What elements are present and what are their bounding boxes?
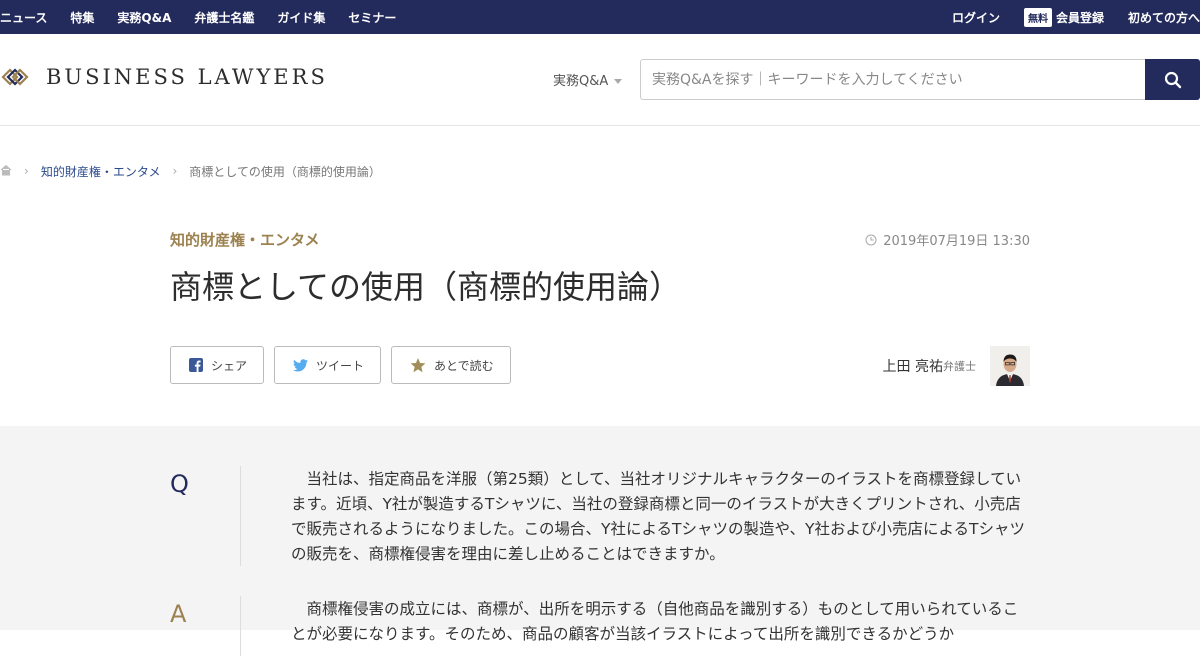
share-label: シェア: [211, 358, 248, 373]
facebook-icon: [189, 358, 203, 372]
article-date: 2019年07月19日 13:30: [865, 230, 1030, 249]
breadcrumb-category-link[interactable]: 知的財産権・エンタメ: [41, 163, 161, 180]
topnav-qa[interactable]: 実務Q&A: [117, 9, 171, 26]
search-button[interactable]: [1145, 59, 1200, 100]
site-header: BUSINESS LAWYERS 実務Q&A: [0, 34, 1200, 126]
read-later-button[interactable]: あとで読む: [391, 346, 511, 384]
question-marker: Q: [170, 470, 189, 498]
topnav-lawyer-directory[interactable]: 弁護士名鑑: [194, 9, 254, 26]
register-label: 会員登録: [1055, 10, 1104, 25]
search-type-label: 実務Q&A: [553, 74, 609, 89]
login-label: ログイン: [951, 10, 1000, 25]
topnav-right: ログイン 無料 会員登録 初めての方へ: [928, 0, 1200, 34]
article-category[interactable]: 知的財産権・エンタメ: [170, 229, 320, 250]
read-later-label: あとで読む: [434, 358, 494, 373]
search-icon: [1164, 71, 1181, 88]
page-title: 商標としての使用（商標的使用論）: [170, 268, 682, 306]
clock-icon: [865, 234, 877, 245]
answer-text: 商標権侵害の成立には、商標が、出所を明示する（自他商品を識別する）ものとして用い…: [291, 600, 1019, 643]
breadcrumb-current: 商標としての使用（商標的使用論）: [189, 164, 381, 179]
share-buttons: シェア ツイート あとで読む: [170, 346, 521, 384]
first-time-label: 初めての方へ: [1127, 10, 1200, 25]
register-link[interactable]: 無料 会員登録: [1023, 7, 1104, 27]
tweet-button[interactable]: ツイート: [274, 346, 382, 384]
search-type-dropdown[interactable]: 実務Q&A: [553, 70, 623, 89]
tweet-label: ツイート: [316, 358, 365, 373]
chevron-right-icon: ›: [24, 164, 29, 178]
twitter-icon: [293, 358, 309, 372]
answer-marker: A: [170, 600, 187, 628]
topnav-seminars[interactable]: セミナー: [348, 9, 396, 26]
facebook-share-button[interactable]: シェア: [170, 346, 265, 384]
answer-divider: [240, 596, 241, 656]
star-icon: [410, 357, 426, 373]
caret-down-icon: [614, 79, 623, 84]
topnav-news[interactable]: ニュース: [0, 9, 47, 26]
avatar: [990, 346, 1030, 386]
topnav-features[interactable]: 特集: [70, 9, 94, 26]
site-logo[interactable]: BUSINESS LAWYERS: [0, 62, 328, 92]
author-role: 弁護士: [943, 360, 976, 373]
logo-text: BUSINESS LAWYERS: [46, 65, 328, 89]
first-time-link[interactable]: 初めての方へ: [1128, 9, 1200, 26]
topnav-guides[interactable]: ガイド集: [277, 9, 325, 26]
free-badge: 無料: [1023, 7, 1052, 27]
chevron-right-icon: ›: [172, 164, 178, 178]
question-text: 当社は、指定商品を洋服（第25類）として、当社オリジナルキャラクターのイラストを…: [291, 470, 1025, 563]
question-divider: [240, 466, 241, 566]
author-name: 上田 亮祐: [882, 359, 943, 375]
topnav-left: ニュース 特集 実務Q&A 弁護士名鑑 ガイド集 セミナー: [0, 0, 419, 34]
article-date-text: 2019年07月19日 13:30: [883, 234, 1030, 249]
author-info[interactable]: 上田 亮祐 弁護士: [883, 346, 1030, 386]
search-input[interactable]: [640, 59, 1145, 100]
qa-section: Q 当社は、指定商品を洋服（第25類）として、当社オリジナルキャラクターのイラス…: [0, 426, 1200, 656]
top-navigation-bar: ニュース 特集 実務Q&A 弁護士名鑑 ガイド集 セミナー ログイン 無料 会員…: [0, 0, 1200, 34]
home-icon[interactable]: [0, 164, 12, 179]
breadcrumb: › 知的財産権・エンタメ › 商標としての使用（商標的使用論）: [0, 162, 381, 180]
logo-mark-icon: [1, 68, 29, 86]
login-link[interactable]: ログイン: [952, 9, 1000, 26]
